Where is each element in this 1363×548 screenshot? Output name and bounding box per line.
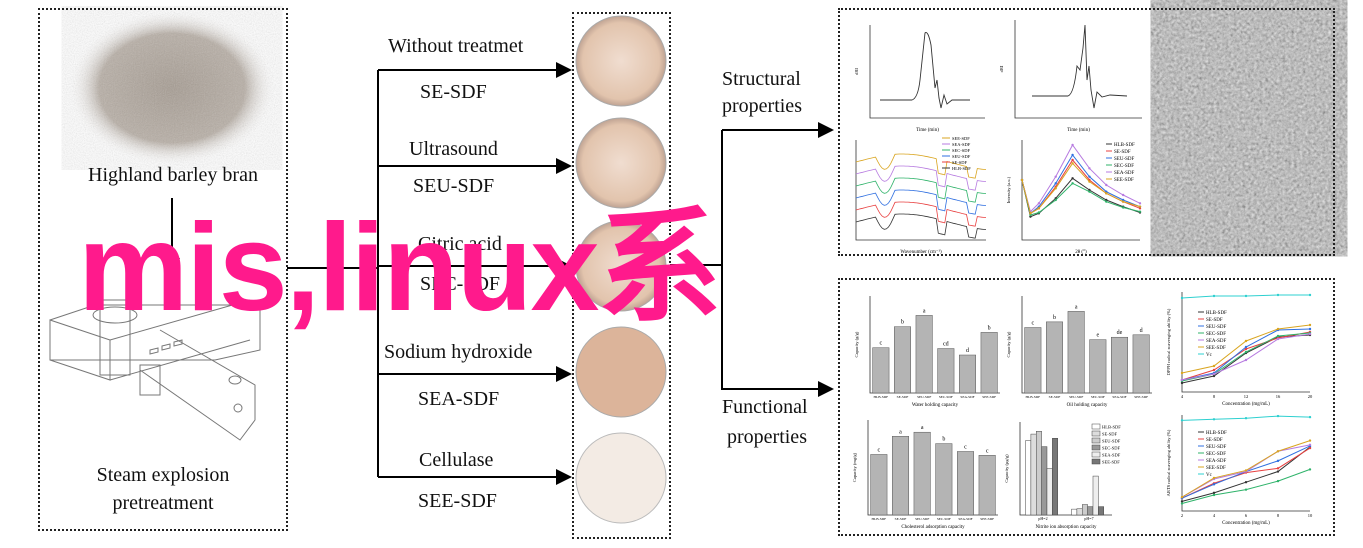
structural-label-2: properties	[722, 95, 802, 117]
sample-label: SEA-SDF	[418, 388, 500, 410]
method-label: Without treatmet	[388, 35, 524, 57]
graphical-abstract: Water holding capacity Capacity (g/g) c HLB…	[0, 0, 1363, 548]
functional-label-2: properties	[727, 426, 807, 448]
sample-label: SEU-SDF	[413, 175, 495, 197]
steam-label-2: pretreatment	[112, 492, 214, 514]
functional-panel	[838, 278, 1335, 536]
functional-label-1: Functional	[722, 396, 808, 418]
method-label: Ultrasound	[409, 138, 498, 160]
structural-label-1: Structural	[722, 68, 801, 90]
steam-label-1: Steam explosion	[96, 464, 230, 486]
watermark-text: mis,linux系	[78, 199, 721, 337]
sample-label: SE-SDF	[420, 81, 487, 103]
method-label: Cellulase	[419, 449, 494, 471]
bran-label: Highland barley bran	[88, 164, 258, 186]
sample-label: SEE-SDF	[418, 490, 497, 512]
structural-panel	[838, 8, 1335, 256]
method-label: Sodium hydroxide	[384, 341, 533, 363]
